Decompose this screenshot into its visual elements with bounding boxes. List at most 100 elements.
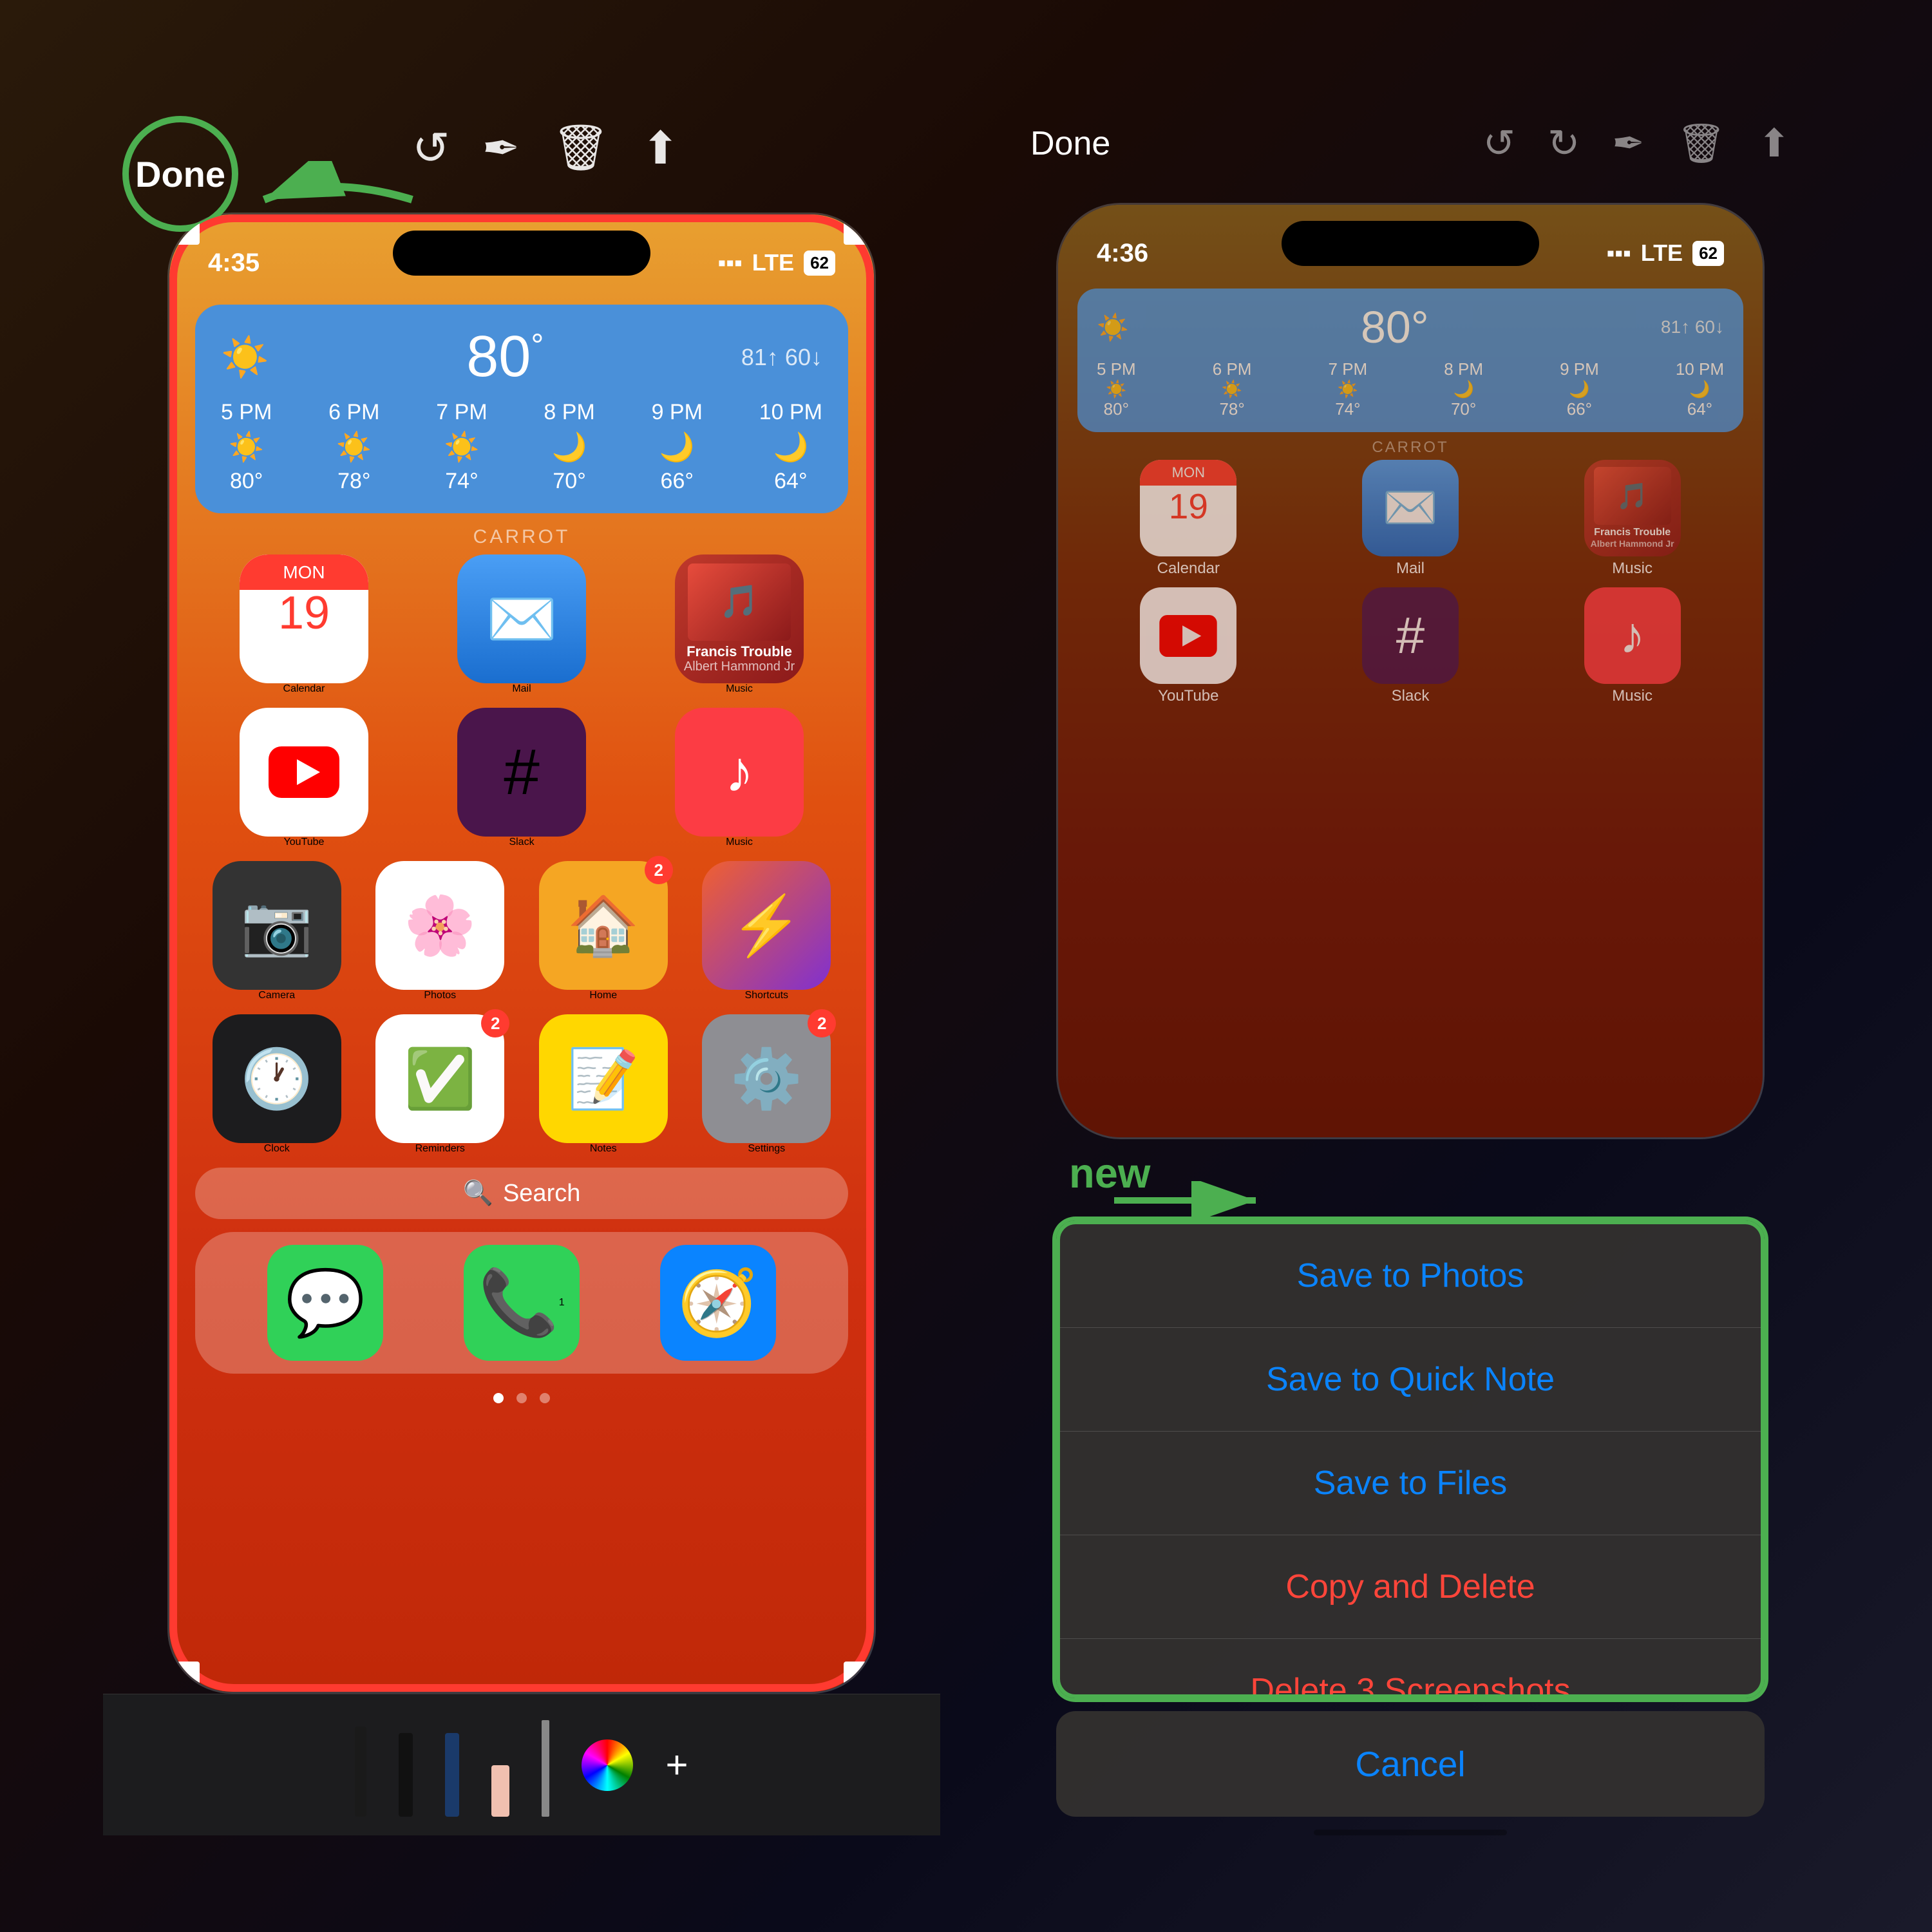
page-dots [169, 1380, 874, 1416]
settings-app-icon[interactable]: ⚙️ 2 [702, 1014, 831, 1143]
calendar-label: Calendar [283, 683, 325, 695]
music2-label: Music [726, 837, 753, 848]
home-app-icon[interactable]: 🏠 2 [539, 861, 668, 990]
right-trash-icon[interactable]: 🗑 [1677, 120, 1726, 166]
done-button-circle[interactable]: Done [122, 116, 238, 232]
left-panel: Done ↺ ✒ 🗑 ⬆ [103, 97, 940, 1835]
weather-top: ☀️ 80° 81↑ 60↓ [221, 324, 822, 390]
pen-black-tool[interactable] [399, 1714, 413, 1817]
forecast-time: 10 PM [759, 400, 822, 425]
camera-app-icon[interactable]: 📷 [213, 861, 341, 990]
pen-icon[interactable]: ✒ [482, 122, 520, 175]
forecast-time: 7 PM [436, 400, 487, 425]
left-phone-frame: 4:35 ▪▪▪ LTE 62 ☀️ 80° [167, 213, 876, 1694]
slack-icon: # [504, 735, 540, 810]
reminders-app-icon[interactable]: ✅ 2 [375, 1014, 504, 1143]
safari-dock-icon[interactable]: 🧭 [660, 1245, 776, 1361]
add-tool-button[interactable]: + [665, 1714, 688, 1817]
save-to-photos-label: Save to Photos [1297, 1257, 1524, 1294]
music2-app-icon[interactable]: ♪ [675, 708, 804, 837]
right-redo-icon[interactable]: ↻ [1548, 121, 1580, 166]
forecast-5pm: 5 PM ☀️ 80° [221, 400, 272, 494]
toolbar-icons: ↺ ✒ 🗑 ⬆ [412, 122, 679, 175]
photos-icon: 🌸 [404, 892, 476, 960]
forecast-time: 5 PM [221, 400, 272, 425]
right-undo-icon[interactable]: ↺ [1483, 121, 1515, 166]
shortcuts-icon: ⚡ [730, 892, 802, 960]
corner-bl [174, 1662, 200, 1687]
right-battery: 62 [1692, 241, 1724, 266]
arrow-to-done [232, 161, 425, 242]
home-icon: 🏠 [567, 892, 639, 960]
delete-screenshots-label: Delete 3 Screenshots [1250, 1672, 1570, 1698]
notes-app-icon[interactable]: 📝 [539, 1014, 668, 1143]
pencil-shape [355, 1727, 366, 1817]
slack-app-icon[interactable]: # [457, 708, 586, 837]
clock-icon: 🕐 [241, 1045, 313, 1113]
search-bar[interactable]: 🔍 Search [195, 1168, 848, 1219]
weather-icon: ☀️ [221, 334, 269, 380]
ruler-tool[interactable] [542, 1714, 549, 1817]
cal-top: MON [240, 554, 368, 590]
settings-label: Settings [748, 1143, 785, 1155]
clock-label: Clock [264, 1143, 290, 1155]
song-artist: Albert Hammond Jr [684, 659, 795, 674]
right-toolbar: Done ↺ ↻ ✒ 🗑 ⬆ [992, 97, 1829, 190]
save-to-files-item[interactable]: Save to Files [1060, 1432, 1761, 1535]
forecast-temp: 70° [553, 469, 585, 494]
forecast-temp: 66° [661, 469, 694, 494]
weather-forecast: 5 PM ☀️ 80° 6 PM ☀️ 78° 7 PM ☀️ 74° [221, 400, 822, 494]
forecast-icon: 🌙 [552, 430, 587, 464]
phone-icon: 📞 [478, 1265, 559, 1341]
copy-and-delete-item[interactable]: Copy and Delete [1060, 1535, 1761, 1639]
eraser-tool[interactable] [491, 1714, 509, 1817]
trash-icon[interactable]: 🗑 [552, 122, 609, 175]
pen-blue-shape [445, 1733, 459, 1817]
right-time: 4:36 [1097, 239, 1148, 268]
forecast-icon: 🌙 [659, 430, 695, 464]
save-to-quick-note-label: Save to Quick Note [1266, 1361, 1555, 1398]
network-label: LTE [752, 249, 794, 276]
forecast-8pm: 8 PM 🌙 70° [544, 400, 594, 494]
photos-app-icon[interactable]: 🌸 [375, 861, 504, 990]
messages-dock-icon[interactable]: 💬 [267, 1245, 383, 1361]
phone-badge: 1 [559, 1297, 565, 1309]
ruler-shape [542, 1720, 549, 1817]
save-to-quick-note-item[interactable]: Save to Quick Note [1060, 1328, 1761, 1432]
right-share-icon[interactable]: ⬆ [1758, 121, 1790, 166]
drawing-tools: + [103, 1694, 940, 1835]
right-dynamic-island [1282, 221, 1539, 266]
reminders-icon: ✅ [404, 1045, 476, 1113]
color-picker[interactable] [582, 1714, 633, 1817]
clock-app-icon[interactable]: 🕐 [213, 1014, 341, 1143]
right-phone-frame: 4:36 ▪▪▪ LTE 62 ☀️ 80° 81↑ [1056, 203, 1765, 1139]
corner-br [844, 1662, 869, 1687]
youtube-app-icon[interactable] [240, 708, 368, 837]
phone-dock-icon[interactable]: 📞 1 [464, 1245, 580, 1361]
music-app-icon[interactable]: 🎵 Francis Trouble Albert Hammond Jr [675, 554, 804, 683]
mail-app-icon[interactable]: ✉️ [457, 554, 586, 683]
time: 4:35 [208, 249, 260, 278]
right-pen-icon[interactable]: ✒ [1612, 121, 1644, 166]
forecast-icon: ☀️ [444, 430, 480, 464]
calendar-app-icon[interactable]: MON 19 [240, 554, 368, 683]
done-label: Done [135, 153, 225, 195]
delete-screenshots-item[interactable]: Delete 3 Screenshots [1060, 1639, 1761, 1698]
shortcuts-app-icon[interactable]: ⚡ [702, 861, 831, 990]
dynamic-island [393, 231, 650, 276]
mail-label: Mail [512, 683, 531, 695]
photos-label: Photos [424, 990, 456, 1001]
weather-temp: 80° [466, 325, 544, 389]
pencil-tool[interactable] [355, 1714, 366, 1817]
right-done-button[interactable]: Done [1030, 124, 1110, 163]
share-icon[interactable]: ⬆ [641, 122, 679, 175]
weather-high: 81↑ 60↓ [741, 344, 822, 371]
pen-blue-tool[interactable] [445, 1714, 459, 1817]
app-row-2: YouTube # Slack ♪ Music [169, 708, 874, 848]
save-to-photos-item[interactable]: Save to Photos [1060, 1224, 1761, 1328]
camera-icon: 📷 [241, 892, 313, 960]
main-container: Done ↺ ✒ 🗑 ⬆ [0, 0, 1932, 1932]
cancel-button[interactable]: Cancel [1056, 1711, 1765, 1817]
weather-temp-container: 80° [466, 324, 544, 390]
shortcuts-label: Shortcuts [744, 990, 788, 1001]
